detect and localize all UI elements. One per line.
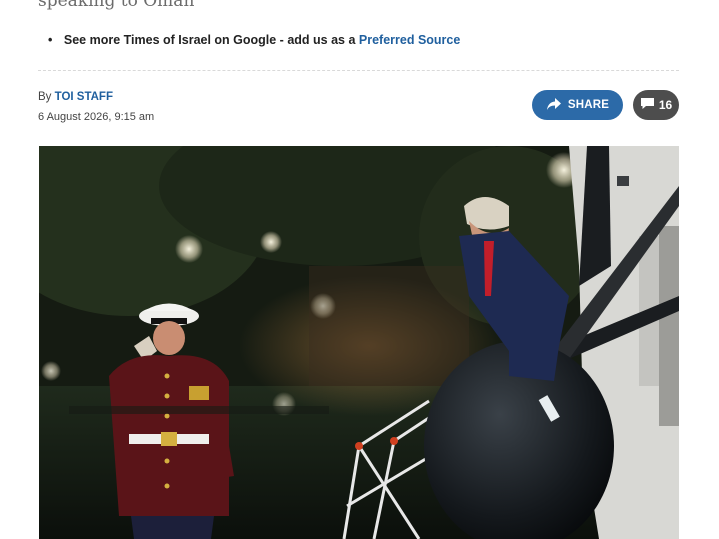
share-arrow-icon — [546, 97, 562, 114]
author-link[interactable]: TOI STAFF — [55, 91, 113, 103]
share-button[interactable]: SHARE — [532, 90, 623, 120]
publish-date: 6 August 2026, 9:15 am — [38, 111, 155, 123]
comment-bubble-icon — [640, 97, 655, 113]
share-label: SHARE — [567, 99, 610, 111]
headline-tail: speaking to Oman — [38, 0, 195, 11]
google-source-text: See more Times of Israel on Google - add… — [63, 33, 356, 47]
article-photo — [39, 146, 679, 539]
byline: By TOI STAFF — [38, 91, 113, 103]
divider — [38, 70, 679, 71]
google-source-note: • See more Times of Israel on Google - a… — [48, 33, 460, 47]
comment-count: 16 — [658, 98, 673, 112]
comments-button[interactable]: 16 — [633, 90, 679, 120]
bullet-dot: • — [48, 33, 53, 47]
byline-prefix: By — [38, 91, 52, 103]
preferred-source-link[interactable]: Preferred Source — [359, 33, 460, 47]
